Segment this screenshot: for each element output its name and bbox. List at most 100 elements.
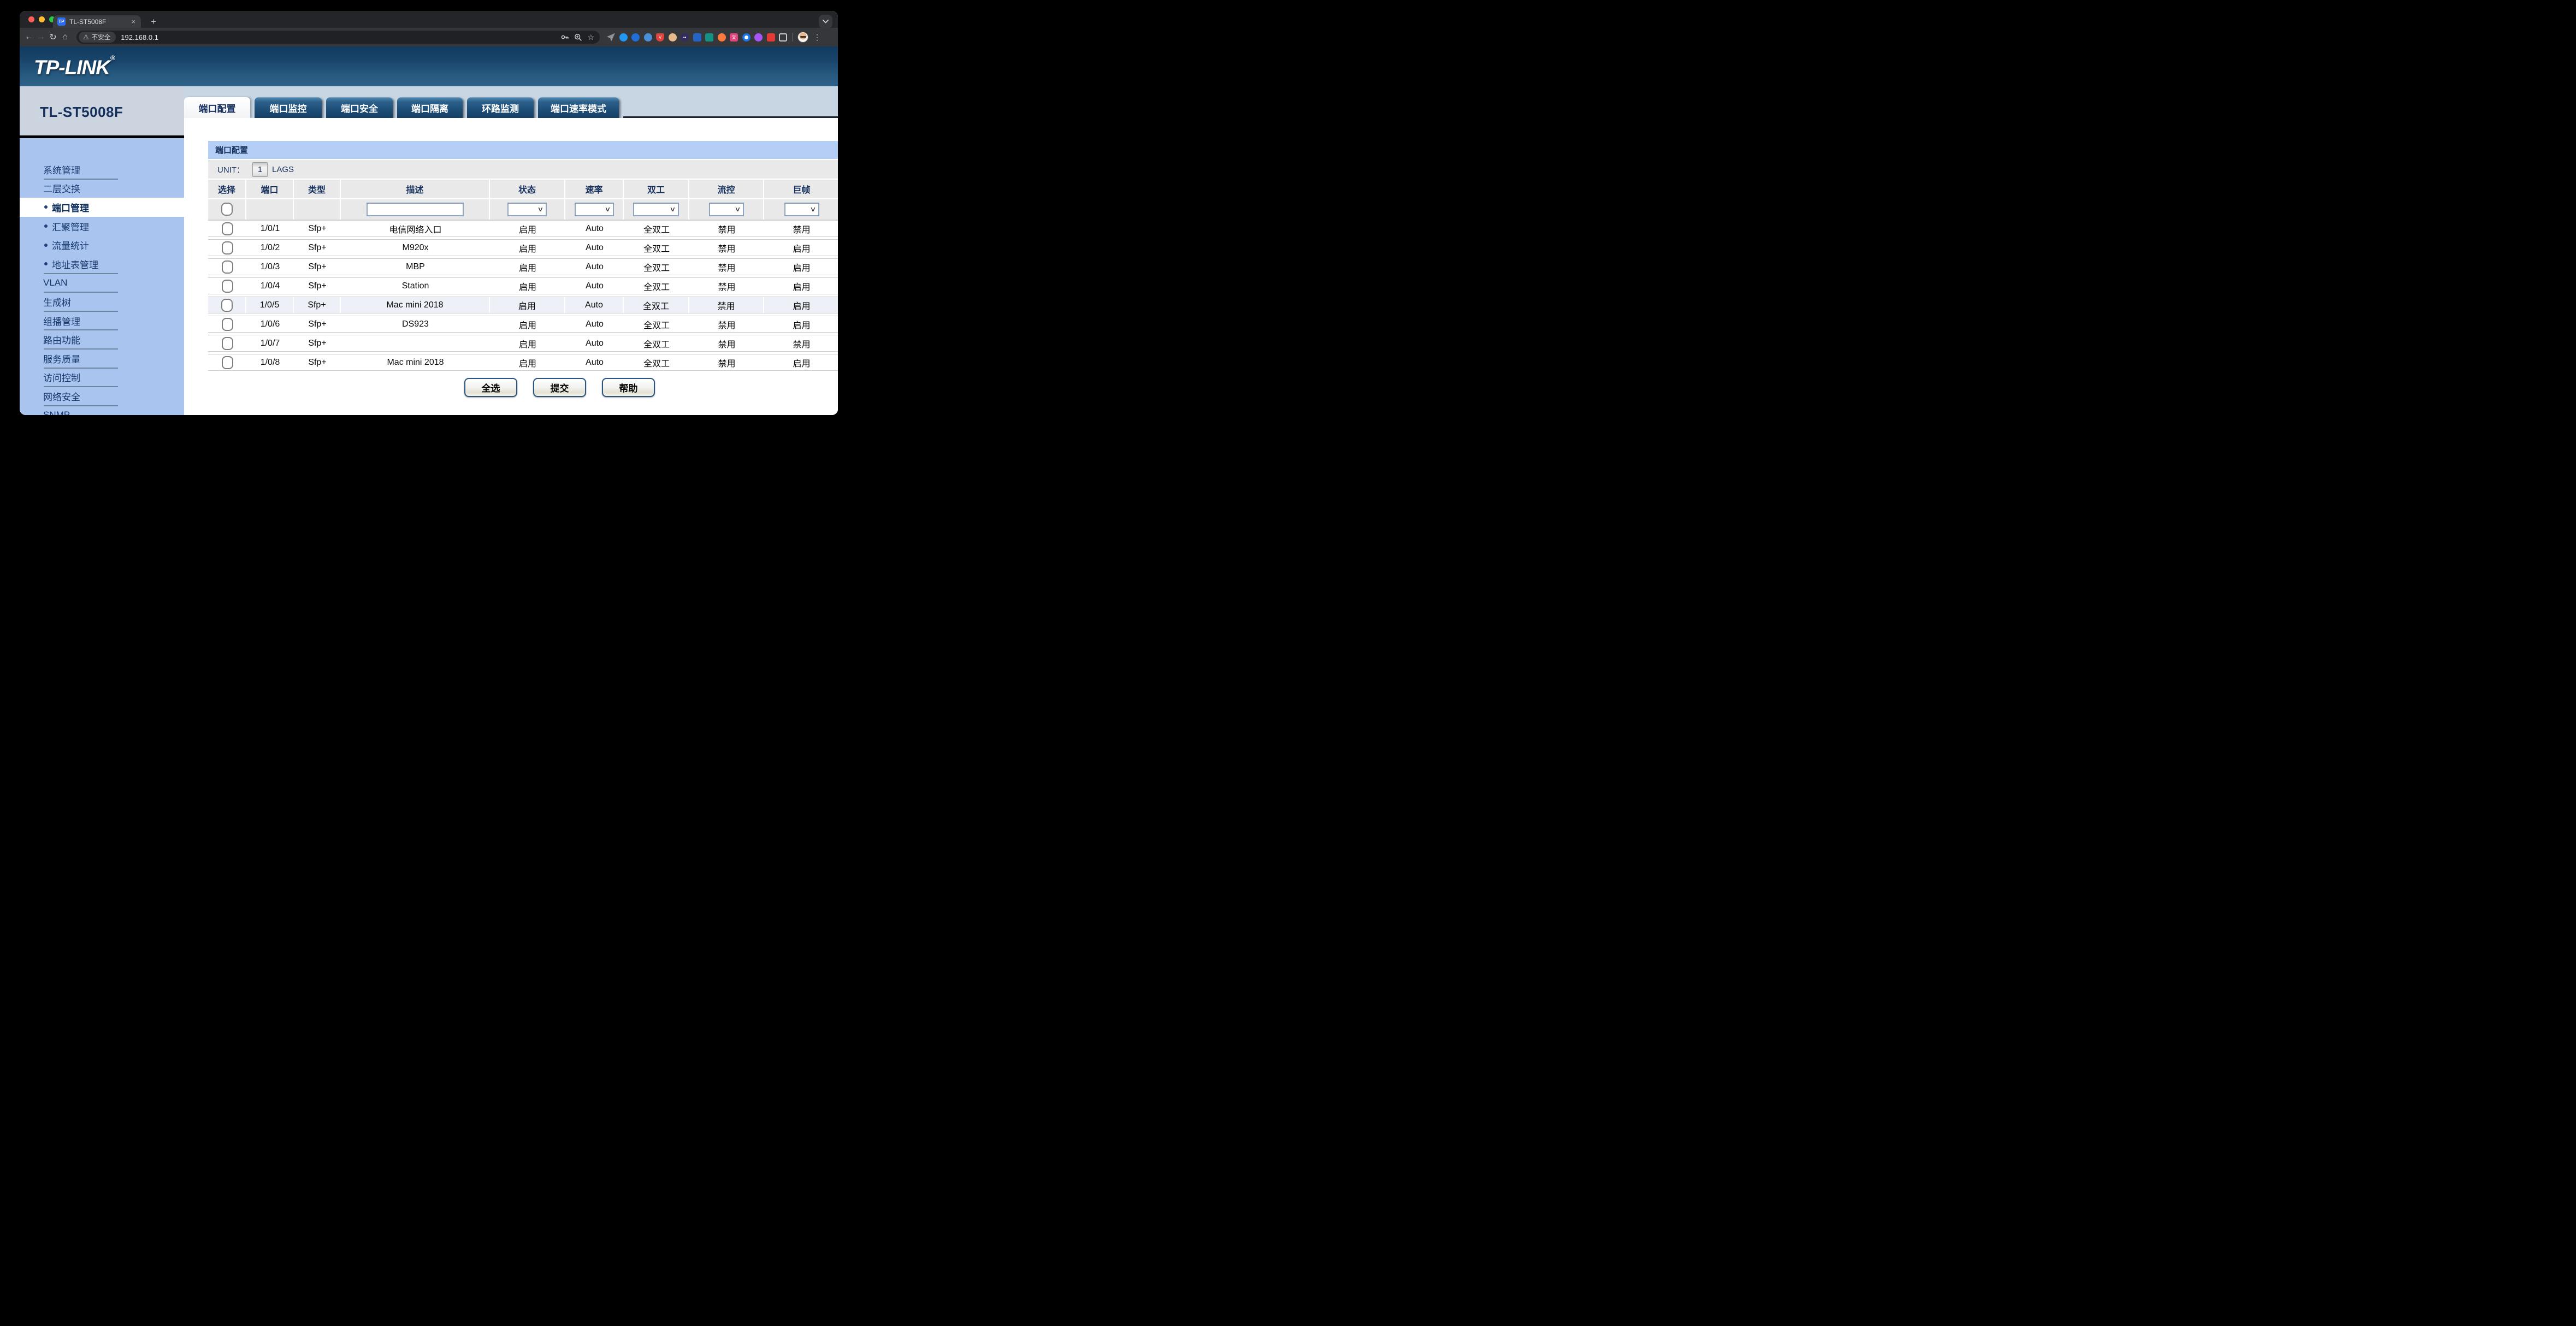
cell-type: Sfp+ xyxy=(294,297,341,313)
blue-ring-icon[interactable] xyxy=(742,33,751,42)
duplex-filter-select[interactable]: ∨ xyxy=(633,203,679,216)
sidebar-item-SNMP[interactable]: SNMP xyxy=(20,406,184,415)
row-checkbox[interactable] xyxy=(222,318,233,331)
sidebar-item-服务质量[interactable]: 服务质量 xyxy=(20,349,184,368)
menu-dots-icon[interactable]: ⋮ xyxy=(813,33,821,42)
lags-link[interactable]: LAGS xyxy=(272,165,294,174)
sidebar-item-路由功能[interactable]: 路由功能 xyxy=(20,330,184,349)
url-text: 192.168.0.1 xyxy=(121,33,560,42)
device-model: TL-ST5008F xyxy=(40,104,184,121)
speed-filter-select[interactable]: ∨ xyxy=(575,203,614,216)
row-checkbox[interactable] xyxy=(222,337,233,350)
sidebar-item-二层交换[interactable]: 二层交换 xyxy=(20,179,184,198)
row-checkbox[interactable] xyxy=(222,280,233,293)
jumbo-filter-select[interactable]: ∨ xyxy=(784,203,819,216)
unit-1-button[interactable]: 1 xyxy=(252,162,268,177)
traffic-light-minimize[interactable] xyxy=(39,16,45,22)
cell-desc: Mac mini 2018 xyxy=(341,297,490,313)
sidebar-item-生成树[interactable]: 生成树 xyxy=(20,292,184,311)
tab-环路监测[interactable]: 环路监测 xyxy=(467,97,534,118)
cell-select xyxy=(208,240,246,256)
cell-status: 启用 xyxy=(490,297,565,313)
device-name-box: TL-ST5008F xyxy=(20,86,184,135)
cell-flow: 禁用 xyxy=(689,316,764,332)
sidebar-item-VLAN[interactable]: VLAN xyxy=(20,274,184,293)
row-checkbox[interactable] xyxy=(222,222,233,235)
sidebar-item-端口管理[interactable]: 端口管理 xyxy=(20,198,184,217)
cell-flow: 禁用 xyxy=(689,278,764,294)
tab-端口监控[interactable]: 端口监控 xyxy=(255,97,322,118)
doc-lock-icon[interactable] xyxy=(693,33,701,42)
teal-chart-icon[interactable] xyxy=(705,33,713,42)
row-checkbox[interactable] xyxy=(222,241,233,254)
reload-button[interactable]: ↻ xyxy=(47,32,59,43)
tab-端口安全[interactable]: 端口安全 xyxy=(326,97,393,118)
bullet-icon xyxy=(44,224,48,228)
browser-window: TP TL-ST5008F × + ← → ↻ ⌂ ⚠ 不安全 192.168.… xyxy=(20,11,838,415)
sidebar-item-label: 端口管理 xyxy=(52,200,89,214)
cell-status: 启用 xyxy=(490,278,565,294)
tab-端口隔离[interactable]: 端口隔离 xyxy=(397,97,463,118)
purple-blob-icon[interactable] xyxy=(754,33,763,42)
cell-select xyxy=(208,354,246,370)
row-checkbox[interactable] xyxy=(222,261,233,274)
button-全选[interactable]: 全选 xyxy=(464,378,517,397)
bookmark-star-icon[interactable]: ☆ xyxy=(587,33,594,42)
select-all-checkbox[interactable] xyxy=(221,203,233,216)
sidebar-item-组播管理[interactable]: 组播管理 xyxy=(20,311,184,330)
cell-duplex: 全双工 xyxy=(624,240,689,256)
row-checkbox[interactable] xyxy=(221,299,233,312)
cell-duplex: 全双工 xyxy=(624,221,689,236)
cell-desc: MBP xyxy=(341,259,490,275)
tab-端口速率模式[interactable]: 端口速率模式 xyxy=(538,97,619,118)
memoji-icon[interactable] xyxy=(669,33,677,42)
tab-search-button[interactable] xyxy=(819,15,832,28)
sidebar-item-系统管理[interactable]: 系统管理 xyxy=(20,160,184,179)
tab-close-icon[interactable]: × xyxy=(130,17,137,26)
status-filter-select[interactable]: ∨ xyxy=(507,203,547,216)
col-header-desc: 描述 xyxy=(341,180,490,199)
sidebar-item-label: VLAN xyxy=(43,277,67,288)
back-button[interactable]: ← xyxy=(23,32,35,42)
filter-cell-speed: ∨ xyxy=(565,199,624,220)
orange-circle-icon[interactable] xyxy=(718,33,726,42)
zoom-magnifier-icon[interactable] xyxy=(574,33,582,42)
tab-端口配置[interactable]: 端口配置 xyxy=(184,97,250,118)
sidebar-item-流量统计[interactable]: 流量统计 xyxy=(20,235,184,254)
desc-filter-input[interactable] xyxy=(367,203,464,216)
sidebar-item-访问控制[interactable]: 访问控制 xyxy=(20,368,184,387)
browser-tab[interactable]: TP TL-ST5008F × xyxy=(53,15,141,28)
button-提交[interactable]: 提交 xyxy=(533,378,586,397)
puzzle-icon[interactable] xyxy=(779,33,787,42)
cell-desc: Station xyxy=(341,278,490,294)
home-button[interactable]: ⌂ xyxy=(59,32,71,42)
cell-speed: Auto xyxy=(565,240,624,256)
traffic-light-close[interactable] xyxy=(28,16,34,22)
sidebar-item-汇聚管理[interactable]: 汇聚管理 xyxy=(20,217,184,236)
cell-select xyxy=(208,335,246,351)
blue-swirl-icon[interactable] xyxy=(631,33,640,42)
translate-icon[interactable]: 文 xyxy=(730,33,738,42)
cell-flow: 禁用 xyxy=(689,240,764,256)
flow-filter-select[interactable]: ∨ xyxy=(709,203,744,216)
row-checkbox[interactable] xyxy=(222,356,233,369)
button-帮助[interactable]: 帮助 xyxy=(602,378,655,397)
table-row: 1/0/8Sfp+Mac mini 2018启用Auto全双工禁用启用 xyxy=(208,354,838,371)
blue-drop-icon[interactable] xyxy=(619,33,628,42)
shield-v-icon[interactable]: V xyxy=(656,33,664,42)
content-area: 端口配置 UNIT： 1 LAGS 选择端口类型描述状态速率双工流控巨帧 ∨∨∨… xyxy=(184,118,838,415)
address-bar[interactable]: ⚠ 不安全 192.168.0.1 ☆ xyxy=(76,31,600,44)
new-tab-button[interactable]: + xyxy=(147,16,159,28)
red-notes-icon[interactable] xyxy=(767,33,775,42)
sidebar-item-网络安全[interactable]: 网络安全 xyxy=(20,387,184,406)
forward-button[interactable]: → xyxy=(35,32,47,42)
security-chip[interactable]: ⚠ 不安全 xyxy=(79,32,116,43)
passwords-key-icon[interactable] xyxy=(560,33,569,42)
profile-avatar[interactable] xyxy=(797,32,808,43)
bird-icon[interactable] xyxy=(644,33,652,42)
chevron-down-icon: ∨ xyxy=(537,205,544,213)
left-column: TL-ST5008F 系统管理二层交换端口管理汇聚管理流量统计地址表管理 VLAN… xyxy=(20,86,184,415)
eyes-circle-icon[interactable]: •• xyxy=(681,33,689,42)
send-plane-icon[interactable] xyxy=(607,33,615,42)
sidebar-item-地址表管理[interactable]: 地址表管理 xyxy=(20,254,184,274)
